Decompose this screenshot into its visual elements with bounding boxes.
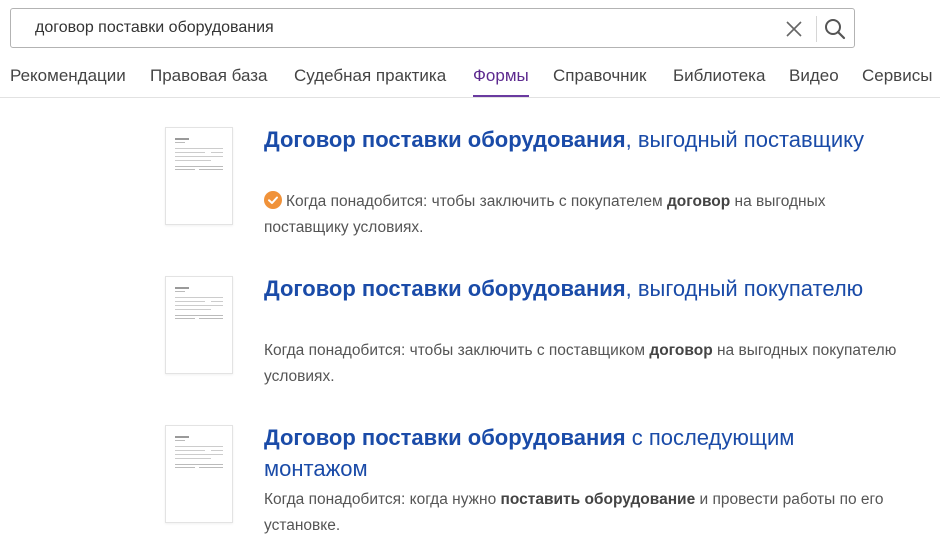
result-title-link[interactable]: Договор поставки оборудования, выгодный … <box>264 273 884 304</box>
result-description: Когда понадобится: чтобы заключить с пок… <box>264 189 904 241</box>
tab-library[interactable]: Библиотека <box>673 66 765 97</box>
search-divider <box>816 16 817 42</box>
result-description: Когда понадобится: чтобы заключить с пос… <box>264 338 904 390</box>
document-preview-icon <box>175 287 223 319</box>
tab-legal-base[interactable]: Правовая база <box>150 66 268 97</box>
search-icon[interactable] <box>823 17 847 41</box>
close-icon[interactable] <box>783 18 805 40</box>
desc-highlight: договор <box>649 342 713 359</box>
result-description: Когда понадобится: когда нужно поставить… <box>264 487 904 539</box>
document-preview-icon <box>175 138 223 170</box>
tab-forms[interactable]: Формы <box>473 66 529 97</box>
result-title-highlight: Договор поставки оборудования <box>264 127 626 152</box>
document-preview-icon <box>175 436 223 468</box>
result-title-link[interactable]: Договор поставки оборудования с последую… <box>264 422 884 484</box>
tab-video[interactable]: Видео <box>789 66 839 97</box>
desc-text: Когда понадобится: чтобы заключить с пок… <box>286 193 667 210</box>
desc-text: Когда понадобится: чтобы заключить с пос… <box>264 342 650 359</box>
result-title-highlight: Договор поставки оборудования <box>264 425 626 450</box>
desc-highlight: договор <box>666 193 731 210</box>
desc-highlight: поставить оборудование <box>500 491 696 508</box>
result-title-rest: , выгодный покупателю <box>625 276 864 301</box>
search-bar <box>10 8 855 48</box>
desc-text: Когда понадобится: когда нужно <box>264 491 501 508</box>
tab-services[interactable]: Сервисы <box>862 66 932 97</box>
category-tabs: Рекомендации Правовая база Судебная прак… <box>0 56 940 98</box>
document-thumbnail[interactable] <box>165 425 233 523</box>
verified-check-icon <box>264 191 282 209</box>
tab-recommendations[interactable]: Рекомендации <box>10 66 126 97</box>
document-thumbnail[interactable] <box>165 127 233 225</box>
document-thumbnail[interactable] <box>165 276 233 374</box>
result-title-link[interactable]: Договор поставки оборудования, выгодный … <box>264 124 884 155</box>
tab-reference[interactable]: Справочник <box>553 66 647 97</box>
result-title-rest: , выгодный поставщику <box>625 127 864 152</box>
search-input[interactable] <box>11 9 795 47</box>
result-title-highlight: Договор поставки оборудования <box>264 276 626 301</box>
tab-court-practice[interactable]: Судебная практика <box>294 66 446 97</box>
